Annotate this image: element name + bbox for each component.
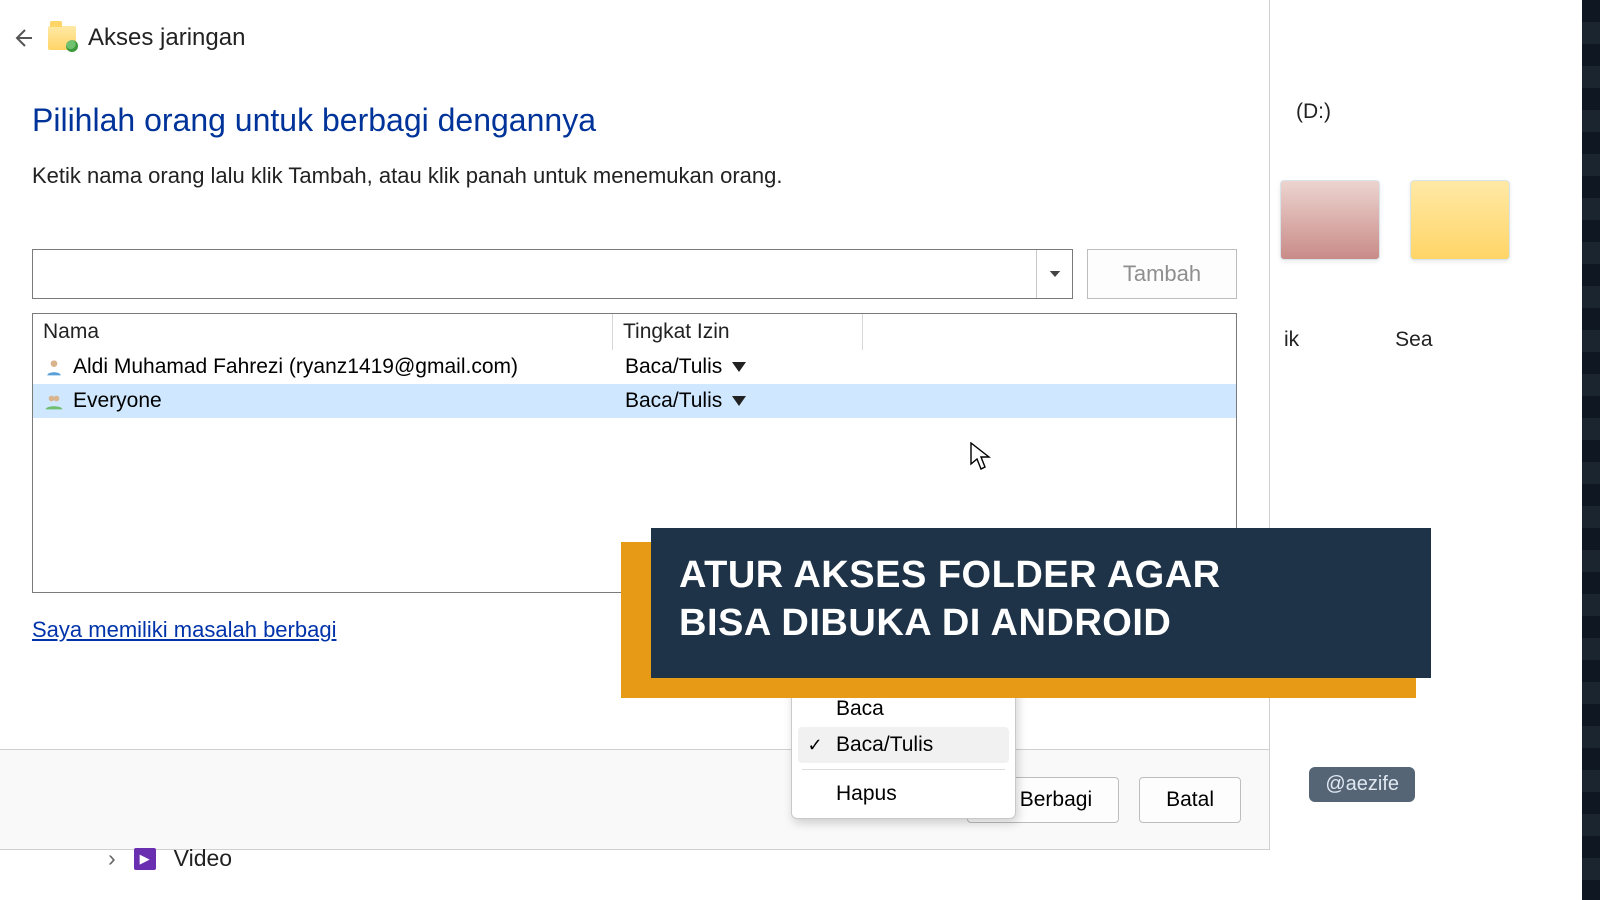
dialog-header: Akses jaringan xyxy=(0,0,1269,62)
network-share-dialog: Akses jaringan Pilihlah orang untuk berb… xyxy=(0,0,1270,850)
menu-divider xyxy=(802,769,1005,770)
share-button-label: Berbagi xyxy=(1020,788,1092,812)
cancel-button[interactable]: Batal xyxy=(1139,777,1241,823)
row-permission-label: Baca/Tulis xyxy=(625,355,722,379)
chevron-down-icon xyxy=(1046,265,1064,283)
menu-item-label: Baca xyxy=(836,697,884,721)
chevron-right-icon: › xyxy=(108,845,116,872)
thumbnail-image[interactable] xyxy=(1280,180,1380,260)
banner-line-2: BISA DIBUKA DI ANDROID xyxy=(679,600,1403,648)
tree-item-label: Video xyxy=(174,845,232,872)
watermark-strip xyxy=(1582,0,1600,900)
permission-menu: Baca ✓ Baca/Tulis Hapus xyxy=(791,684,1016,819)
explorer-thumbnails xyxy=(1280,180,1510,260)
permission-option-remove[interactable]: Hapus xyxy=(792,776,1015,812)
permission-option-readwrite[interactable]: ✓ Baca/Tulis xyxy=(798,727,1009,763)
nav-tree-item-video[interactable]: › ▶ Video xyxy=(108,845,232,872)
add-button[interactable]: Tambah xyxy=(1087,249,1237,299)
check-icon: ✓ xyxy=(806,735,824,756)
banner-line-1: ATUR AKSES FOLDER AGAR xyxy=(679,552,1403,600)
dialog-title: Akses jaringan xyxy=(88,24,245,52)
thumb-label-partial-2: Sea xyxy=(1395,328,1432,352)
name-input[interactable] xyxy=(33,250,1036,298)
caret-down-icon xyxy=(732,362,746,372)
column-name[interactable]: Nama xyxy=(33,314,613,350)
arrow-left-icon xyxy=(10,26,34,50)
main-heading: Pilihlah orang untuk berbagi dengannya xyxy=(32,102,1237,139)
column-permission[interactable]: Tingkat Izin xyxy=(613,314,863,350)
row-permission-dropdown[interactable]: Baca/Tulis xyxy=(625,355,746,379)
video-folder-icon: ▶ xyxy=(134,848,156,870)
row-name: Everyone xyxy=(73,389,625,413)
menu-item-label: Hapus xyxy=(836,782,897,806)
drive-label: (D:) xyxy=(1296,100,1331,124)
table-row[interactable]: Everyone Baca/Tulis xyxy=(33,384,1236,418)
caret-down-icon xyxy=(732,396,746,406)
explorer-background: (D:) ik Sea xyxy=(1270,0,1600,900)
thumb-label-partial-1: ik xyxy=(1284,328,1299,352)
table-row[interactable]: Aldi Muhamad Fahrezi (ryanz1419@gmail.co… xyxy=(33,350,1236,384)
name-dropdown-toggle[interactable] xyxy=(1036,250,1072,298)
help-link[interactable]: Saya memiliki masalah berbagi xyxy=(32,617,336,643)
thumbnail-folder[interactable] xyxy=(1410,180,1510,260)
instruction-text: Ketik nama orang lalu klik Tambah, atau … xyxy=(32,163,1237,189)
name-combobox[interactable] xyxy=(32,249,1073,299)
folder-share-icon xyxy=(48,26,76,50)
row-permission-dropdown[interactable]: Baca/Tulis xyxy=(625,389,746,413)
group-icon xyxy=(43,390,65,412)
row-permission-label: Baca/Tulis xyxy=(625,389,722,413)
row-name: Aldi Muhamad Fahrezi (ryanz1419@gmail.co… xyxy=(73,355,625,379)
dialog-footer: Berbagi Batal xyxy=(0,749,1269,849)
watermark-tag: @aezife xyxy=(1309,767,1415,802)
user-icon xyxy=(43,356,65,378)
back-button[interactable] xyxy=(8,24,36,52)
cursor-icon xyxy=(970,442,992,472)
overlay-banner: ATUR AKSES FOLDER AGAR BISA DIBUKA DI AN… xyxy=(621,528,1421,698)
menu-item-label: Baca/Tulis xyxy=(836,733,933,757)
banner-text: ATUR AKSES FOLDER AGAR BISA DIBUKA DI AN… xyxy=(651,528,1431,678)
table-header: Nama Tingkat Izin xyxy=(33,314,1236,350)
